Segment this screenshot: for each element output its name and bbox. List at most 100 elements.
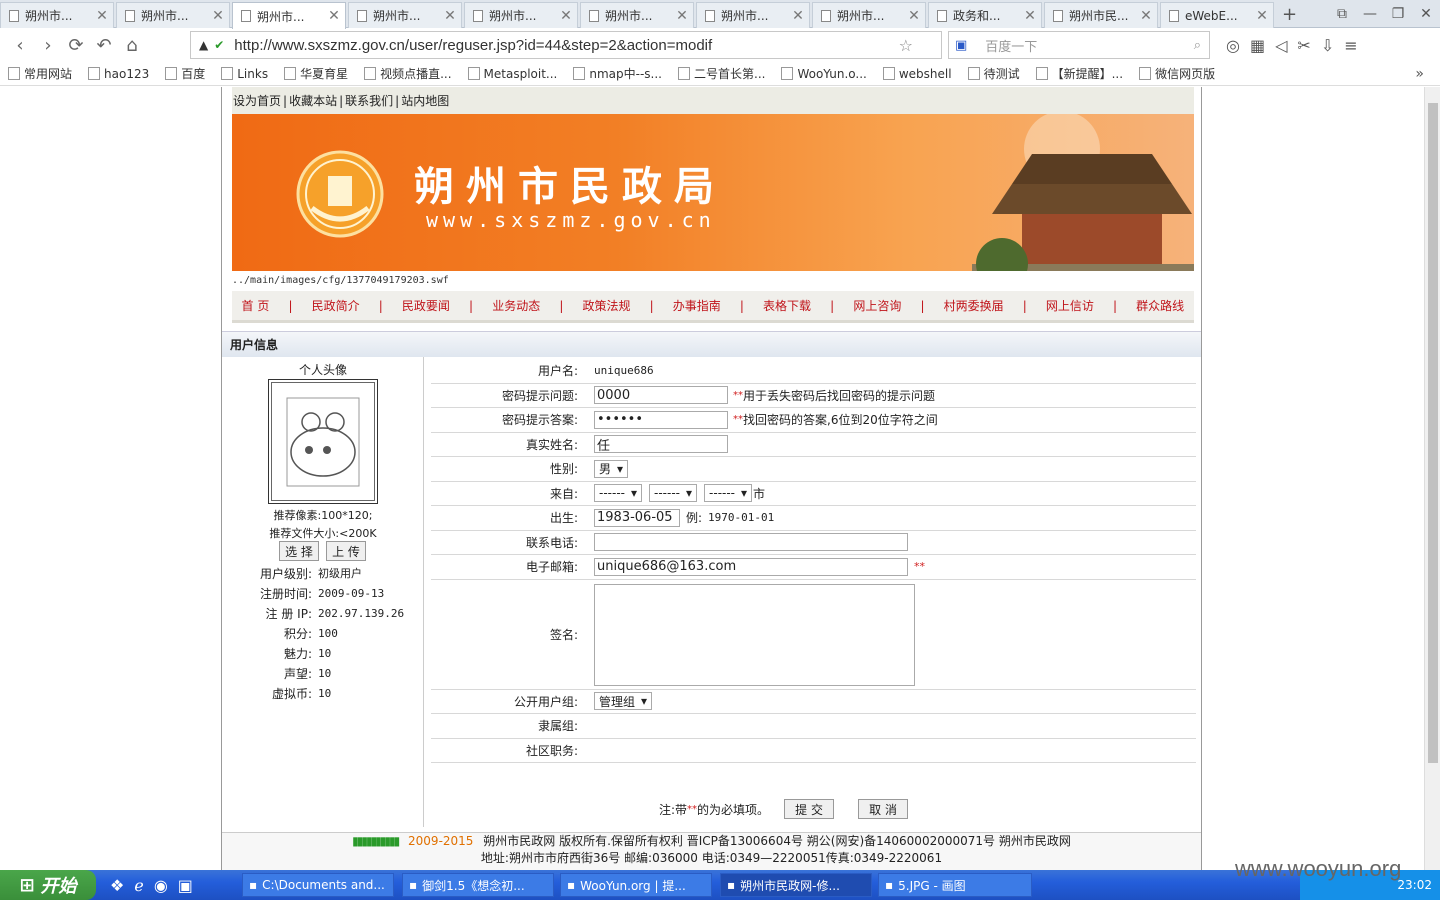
start-button[interactable]: ⊞ 开始	[0, 870, 96, 900]
realname-input[interactable]: 任	[594, 435, 728, 454]
download-icon[interactable]: ⇩	[1321, 36, 1334, 55]
bookmark-item[interactable]: Links	[221, 67, 268, 81]
bookmark-item[interactable]: WooYun.o...	[781, 67, 867, 81]
province-select[interactable]: ------ ▾	[594, 484, 643, 503]
taskbar-item[interactable]: ▪ 御剑1.5《想念初...	[402, 873, 554, 897]
minimize-icon[interactable]: —	[1356, 6, 1384, 22]
vertical-scrollbar[interactable]	[1424, 87, 1440, 870]
menu-item[interactable]: 村两委换届	[944, 297, 1004, 314]
apps-icon[interactable]: ▦	[1250, 36, 1265, 55]
signature-textarea[interactable]	[594, 583, 915, 686]
phone-input[interactable]	[594, 533, 908, 552]
bookmark-item[interactable]: 百度	[165, 65, 205, 82]
browser-tab[interactable]: 朔州市民... ✕	[1044, 2, 1158, 28]
browser-tab[interactable]: 政务和... ✕	[928, 2, 1042, 28]
browser-tab[interactable]: 朔州市... ✕	[116, 2, 230, 28]
county-select[interactable]: ------ ▾	[704, 484, 753, 503]
browser-tab[interactable]: eWebE... ✕	[1160, 2, 1274, 28]
home-icon[interactable]: ⌂	[118, 31, 146, 59]
browser-tab[interactable]: 朔州市... ✕	[232, 2, 346, 29]
birth-input[interactable]: 1983-06-05	[594, 508, 680, 527]
tab-close-icon[interactable]: ✕	[95, 8, 109, 24]
menu-item[interactable]: 政策法规	[582, 297, 630, 314]
bookmark-item[interactable]: 视频点播直...	[364, 65, 452, 82]
menu-item[interactable]: 群众路线	[1136, 297, 1184, 314]
bookmark-item[interactable]: webshell	[882, 67, 952, 81]
browser-tab[interactable]: 朔州市... ✕	[580, 2, 694, 28]
restore-icon[interactable]: ⧉	[1328, 6, 1356, 22]
city-select[interactable]: ------ ▾	[649, 484, 698, 503]
search-icon[interactable]: ⌕	[1194, 38, 1201, 53]
bookmark-item[interactable]: 常用网站	[8, 65, 72, 82]
upload-avatar-button[interactable]: 上 传	[326, 541, 366, 561]
top-link[interactable]: 收藏本站	[289, 92, 337, 109]
taskbar-item[interactable]: ▪ C:\Documents and...	[242, 873, 394, 897]
desktop-icon[interactable]: ▣	[178, 876, 193, 895]
bookmark-item[interactable]: 华夏育星	[284, 65, 348, 82]
menu-icon[interactable]: ≡	[1344, 36, 1357, 55]
bookmark-item[interactable]: 二号首长第...	[678, 65, 765, 82]
scissors-icon[interactable]: ✂	[1297, 36, 1310, 55]
address-bar[interactable]: ▲ ✔ http://www.sxszmz.gov.cn/user/reguse…	[190, 31, 942, 59]
reload-icon[interactable]: ⟳	[62, 31, 90, 59]
bookmark-item[interactable]: 【新提醒】...	[1035, 65, 1123, 82]
browser-tab[interactable]: 朔州市... ✕	[812, 2, 926, 28]
bookmark-item[interactable]: Metasploit...	[467, 67, 557, 81]
menu-item[interactable]: 首 页	[242, 297, 270, 314]
chat-icon[interactable]: ◎	[1226, 36, 1240, 55]
browser-tab[interactable]: 朔州市... ✕	[464, 2, 578, 28]
tab-close-icon[interactable]: ✕	[791, 8, 805, 24]
quicklaunch-app-icon[interactable]: ❖	[110, 876, 124, 895]
menu-item[interactable]: 办事指南	[673, 297, 721, 314]
forward-icon[interactable]: ›	[34, 31, 62, 59]
taskbar-item[interactable]: ▪ WooYun.org | 提...	[560, 873, 712, 897]
bookmark-item[interactable]: nmap中--s...	[573, 65, 662, 82]
scroll-thumb[interactable]	[1428, 103, 1438, 763]
browser-tab[interactable]: 朔州市... ✕	[696, 2, 810, 28]
top-link[interactable]: 联系我们	[345, 92, 393, 109]
taskbar-item[interactable]: ▪ 5.JPG - 画图	[878, 873, 1032, 897]
browser-tab[interactable]: 朔州市... ✕	[348, 2, 462, 28]
top-link[interactable]: 设为首页	[233, 92, 281, 109]
bookmarks-overflow-icon[interactable]: »	[1415, 66, 1424, 82]
public-group-select[interactable]: 管理组 ▾	[594, 692, 653, 711]
pw-answer-input[interactable]: ••••••	[594, 410, 728, 429]
tab-close-icon[interactable]: ✕	[1139, 8, 1153, 24]
tab-close-icon[interactable]: ✕	[211, 8, 225, 24]
maximize-icon[interactable]: ❐	[1384, 6, 1412, 22]
ie-icon[interactable]: ℯ	[134, 876, 143, 895]
url-text[interactable]: http://www.sxszmz.gov.cn/user/reguser.js…	[234, 37, 712, 54]
menu-item[interactable]: 表格下载	[763, 297, 811, 314]
bookmark-item[interactable]: 微信网页版	[1139, 65, 1215, 82]
new-tab-button[interactable]: +	[1282, 4, 1297, 25]
menu-item[interactable]: 网上咨询	[853, 297, 901, 314]
sound-icon[interactable]: ◁	[1275, 36, 1287, 55]
cancel-button[interactable]: 取 消	[858, 799, 909, 819]
undo-icon[interactable]: ↶	[90, 31, 118, 59]
taskbar-item[interactable]: ▪ 朔州市民政网-修...	[720, 873, 872, 897]
close-icon[interactable]: ✕	[1412, 6, 1440, 22]
select-avatar-button[interactable]: 选 择	[279, 541, 319, 561]
browser-tab[interactable]: 朔州市... ✕	[0, 2, 114, 28]
tab-close-icon[interactable]: ✕	[1255, 8, 1269, 24]
email-input[interactable]: unique686@163.com	[594, 557, 908, 576]
menu-item[interactable]: 网上信访	[1046, 297, 1094, 314]
tab-close-icon[interactable]: ✕	[443, 8, 457, 24]
tab-close-icon[interactable]: ✕	[1023, 8, 1037, 24]
browser-icon[interactable]: ◉	[154, 876, 168, 895]
submit-button[interactable]: 提 交	[784, 799, 835, 819]
tab-close-icon[interactable]: ✕	[559, 8, 573, 24]
menu-item[interactable]: 业务动态	[492, 297, 540, 314]
menu-item[interactable]: 民政要闻	[402, 297, 450, 314]
tab-close-icon[interactable]: ✕	[327, 8, 341, 24]
pw-question-input[interactable]: 0000	[594, 386, 728, 405]
gender-select[interactable]: 男 ▾	[594, 459, 629, 478]
bookmark-item[interactable]: 待测试	[967, 65, 1020, 82]
search-input[interactable]: ▣ 百度一下 ⌕	[948, 31, 1210, 59]
star-icon[interactable]: ☆	[899, 36, 913, 55]
bookmark-item[interactable]: hao123	[88, 67, 149, 81]
menu-item[interactable]: 民政简介	[312, 297, 360, 314]
top-link[interactable]: 站内地图	[401, 92, 449, 109]
tab-close-icon[interactable]: ✕	[675, 8, 689, 24]
back-icon[interactable]: ‹	[6, 31, 34, 59]
